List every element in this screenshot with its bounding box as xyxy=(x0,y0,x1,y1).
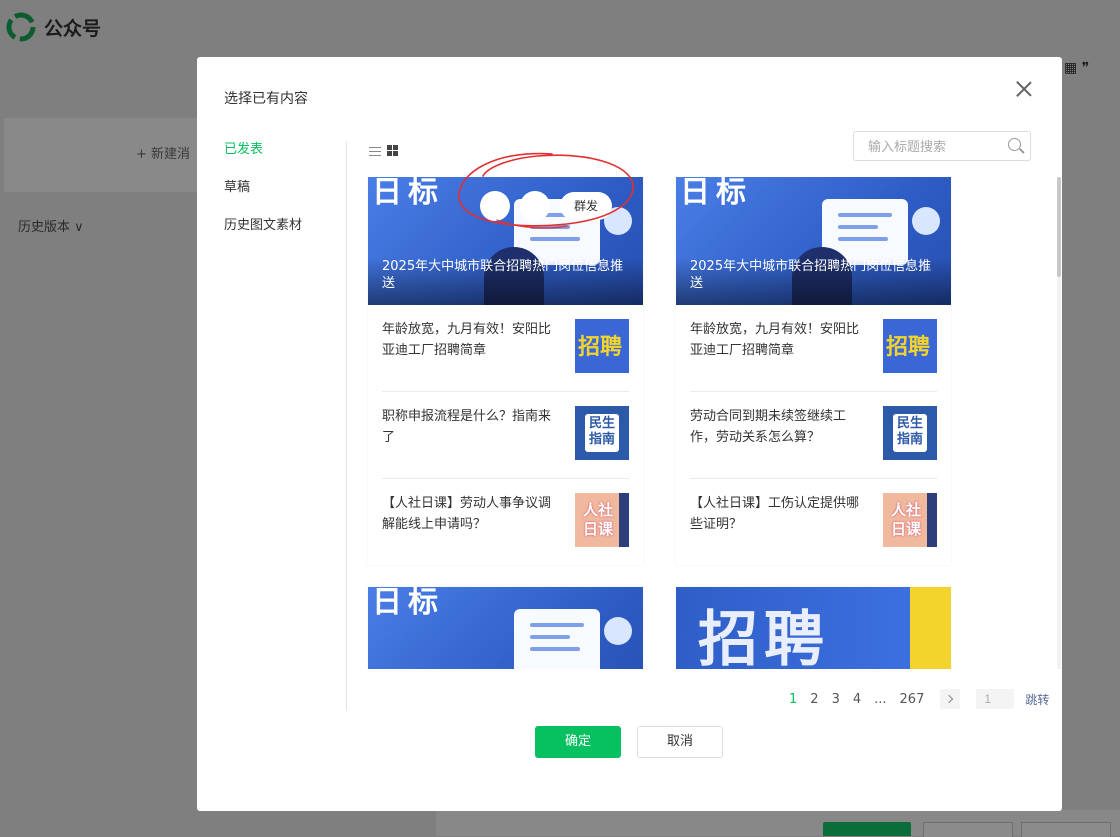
modal-title: 选择已有内容 xyxy=(224,91,308,107)
cover-text: 日标 xyxy=(372,177,444,210)
article-card[interactable]: 日标 2025年大中城市联合招聘热门岗位信息推送 年龄放宽，九月有效！安阳比亚迪… xyxy=(676,177,951,565)
list-item: 【人社日课】工伤认定提供哪些证明？ 人社日课 xyxy=(690,479,937,565)
bottom-bar xyxy=(436,810,1120,836)
wechat-official-logo-icon xyxy=(6,12,36,42)
grid-view-icon[interactable] xyxy=(387,145,398,156)
search-icon[interactable] xyxy=(1008,138,1021,151)
close-icon[interactable] xyxy=(1014,79,1034,99)
list-item: 年龄放宽，九月有效！安阳比亚迪工厂招聘简章 招聘 xyxy=(382,305,629,392)
nav-divider xyxy=(346,141,347,711)
jump-button[interactable]: 跳转 xyxy=(1025,691,1049,708)
search-input[interactable] xyxy=(866,138,1000,155)
article-card[interactable]: 日标 xyxy=(368,587,643,669)
article-thumbnail: 民生指南 xyxy=(883,406,937,460)
cover-text: 日标 xyxy=(372,587,444,620)
nav-published[interactable]: 已发表 xyxy=(224,141,302,179)
toolbar-icons: ▦ ❞ xyxy=(1064,60,1090,76)
article-thumbnail: 人社日课 xyxy=(883,493,937,547)
cover-title: 2025年大中城市联合招聘热门岗位信息推送 xyxy=(676,258,951,305)
history-version-label: 历史版本 ∨ xyxy=(18,220,84,235)
content-grid: 日标 2025年大中城市联合招聘热门岗位信息推送 群发 年龄放宽，九月有效！安阳… xyxy=(367,177,1057,669)
article-title: 【人社日课】劳动人事争议调解能线上申请吗？ xyxy=(382,496,552,532)
bg-secondary-button xyxy=(923,822,1013,837)
card-cover: 日标 2025年大中城市联合招聘热门岗位信息推送 xyxy=(676,177,951,305)
page-4[interactable]: 4 xyxy=(853,692,861,707)
bg-secondary-button xyxy=(1021,822,1111,837)
hover-actions: 群发 xyxy=(480,191,613,221)
cover-text: 日标 xyxy=(680,177,752,210)
article-title: 劳动合同到期未续签继续工作，劳动关系怎么算？ xyxy=(690,409,847,445)
nav-drafts[interactable]: 草稿 xyxy=(224,179,302,217)
card-cover: 日标 xyxy=(368,587,643,669)
app-title: 公众号 xyxy=(44,18,102,40)
card-cover: 招聘 xyxy=(676,587,951,669)
select-content-modal: 选择已有内容 已发表 草稿 历史图文素材 日标 2025年大中城市联合招聘热门岗… xyxy=(197,57,1062,811)
article-thumbnail: 民生指南 xyxy=(575,406,629,460)
list-view-icon[interactable] xyxy=(369,146,381,156)
mass-send-button[interactable]: 群发 xyxy=(560,192,613,220)
article-title: 年龄放宽，九月有效！安阳比亚迪工厂招聘简章 xyxy=(690,322,860,358)
content-source-nav: 已发表 草稿 历史图文素材 xyxy=(224,141,302,255)
article-thumbnail: 人社日课 xyxy=(575,493,629,547)
view-toggle xyxy=(369,145,398,156)
list-item: 年龄放宽，九月有效！安阳比亚迪工厂招聘简章 招聘 xyxy=(690,305,937,392)
article-thumbnail: 招聘 xyxy=(883,319,937,373)
list-item: 【人社日课】劳动人事争议调解能线上申请吗？ 人社日课 xyxy=(382,479,629,565)
page-2[interactable]: 2 xyxy=(810,692,818,707)
next-page-icon[interactable] xyxy=(940,689,961,709)
action-circle[interactable] xyxy=(480,191,510,221)
page-ellipsis: ... xyxy=(874,691,887,707)
page-last[interactable]: 267 xyxy=(900,692,925,707)
cover-text: 招聘 xyxy=(698,605,830,669)
article-title: 【人社日课】工伤认定提供哪些证明？ xyxy=(690,496,860,532)
scrollbar[interactable] xyxy=(1057,177,1061,669)
title-search xyxy=(853,131,1031,161)
cancel-button[interactable]: 取消 xyxy=(637,726,723,758)
article-title: 职称申报流程是什么？指南来了 xyxy=(382,409,552,445)
confirm-button[interactable]: 确定 xyxy=(535,726,621,758)
article-card[interactable]: 招聘 xyxy=(676,587,951,669)
page-3[interactable]: 3 xyxy=(832,692,840,707)
nav-history-materials[interactable]: 历史图文素材 xyxy=(224,217,302,255)
list-item: 职称申报流程是什么？指南来了 民生指南 xyxy=(382,392,629,479)
action-circle[interactable] xyxy=(520,191,550,221)
article-title: 年龄放宽，九月有效！安阳比亚迪工厂招聘简章 xyxy=(382,322,552,358)
bg-primary-button xyxy=(823,822,911,836)
page-1[interactable]: 1 xyxy=(789,692,797,707)
list-item: 劳动合同到期未续签继续工作，劳动关系怎么算？ 民生指南 xyxy=(690,392,937,479)
cover-title: 2025年大中城市联合招聘热门岗位信息推送 xyxy=(368,258,643,305)
top-bar: 公众号 xyxy=(0,0,1120,56)
page-jump-input[interactable] xyxy=(976,689,1015,709)
new-message-label: + 新建消 xyxy=(136,147,191,162)
article-thumbnail: 招聘 xyxy=(575,319,629,373)
card-cover: 日标 2025年大中城市联合招聘热门岗位信息推送 群发 xyxy=(368,177,643,305)
pagination: 1 2 3 4 ... 267 跳转 xyxy=(789,689,1049,709)
article-card[interactable]: 日标 2025年大中城市联合招聘热门岗位信息推送 群发 年龄放宽，九月有效！安阳… xyxy=(368,177,643,565)
